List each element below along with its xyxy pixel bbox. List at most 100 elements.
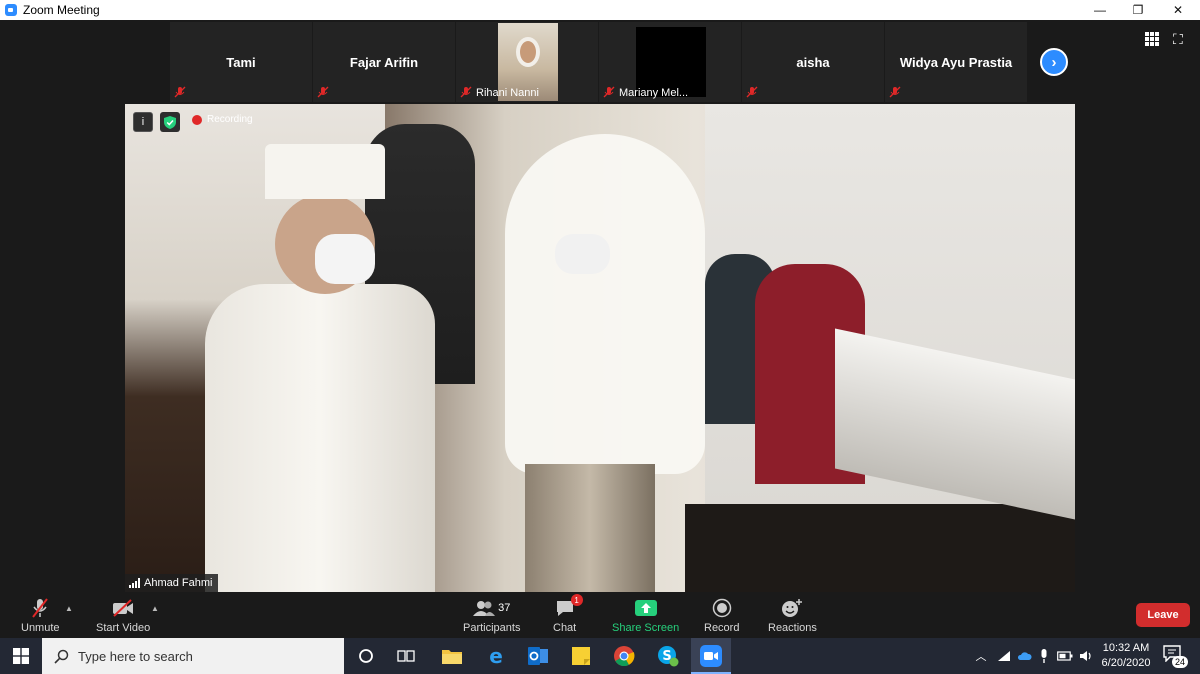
clock-time: 10:32 AM [1102,642,1150,654]
chrome-button[interactable] [604,638,644,674]
clock-date: 6/20/2020 [1101,657,1151,669]
folder-icon [442,650,462,664]
participant-name: aisha [796,55,830,70]
speaker-name-label: Ahmad Fahmi [125,574,219,592]
sticky-note-icon [572,647,590,665]
scene-bride [485,134,745,592]
unmute-label: Unmute [21,622,60,634]
leave-button[interactable]: Leave [1136,603,1190,627]
microphone-tray-button[interactable] [1036,638,1052,674]
speaker-name: Ahmad Fahmi [144,577,213,589]
participant-strip: Tami Fajar Arifin Rihani Nanni Mariany M… [170,22,1028,102]
video-off-icon [113,599,134,617]
next-page-button[interactable]: › [1040,48,1068,76]
volume-button[interactable] [1076,638,1096,674]
battery-button[interactable] [1055,638,1075,674]
edge-icon: e [489,645,503,667]
participant-tile[interactable]: Widya Ayu Prastia [885,22,1027,102]
start-button[interactable] [0,638,42,674]
info-icon: i [141,116,145,128]
taskbar-search[interactable] [42,638,344,674]
window-titlebar: Zoom Meeting — ❐ ✕ [0,0,1200,20]
participant-tile[interactable]: Mariany Mel... [599,22,741,102]
muted-mic-icon [174,86,186,98]
windows-taskbar: e S ︿ 10:32 AM 6/20/2020 24 [0,638,1200,674]
minimize-button[interactable]: — [1080,0,1120,20]
participants-icon [473,601,496,616]
video-options-caret-icon[interactable]: ▲ [151,604,159,613]
chat-unread-badge: 1 [570,594,583,606]
muted-mic-icon [460,86,472,98]
record-dot-icon [192,114,202,125]
scene-groom [205,144,435,592]
shield-icon [164,115,176,129]
record-button[interactable]: Record [704,596,739,634]
chevron-up-icon: ︿ [975,651,987,663]
reactions-label: Reactions [768,622,817,634]
speaker-volume-icon [1080,651,1091,661]
action-center-button[interactable]: 24 [1162,644,1188,668]
cortana-button[interactable] [346,638,386,674]
chat-button[interactable]: 1 Chat [553,594,583,634]
sticky-notes-button[interactable] [561,638,601,674]
encryption-shield-button[interactable] [160,112,180,132]
gallery-view-icon[interactable] [1145,32,1159,46]
task-view-icon [397,650,415,662]
recording-indicator: Recording [192,114,253,125]
record-label: Record [704,622,740,634]
smiley-plus-icon [782,599,803,617]
record-icon [712,598,731,618]
skype-button[interactable]: S [648,638,688,674]
battery-icon [1057,651,1073,661]
svg-text:e: e [489,645,503,667]
participant-tile[interactable]: aisha [742,22,884,102]
participants-label: Participants [463,622,521,634]
zoom-icon [700,645,722,667]
taskbar-clock[interactable]: 10:32 AM 6/20/2020 [1097,641,1155,671]
participants-count: 37 [498,602,511,614]
zoom-taskbar-button[interactable] [691,638,731,674]
fullscreen-icon[interactable]: ⛶ [1173,31,1183,48]
onedrive-button[interactable] [1014,638,1034,674]
search-input[interactable] [78,648,328,664]
cortana-circle-icon [359,649,373,663]
active-speaker-video: i Recording Ahmad Fahmi [125,104,1075,592]
participant-face [516,37,540,67]
unmute-button[interactable]: Unmute [21,596,60,634]
close-button[interactable]: ✕ [1158,0,1198,20]
muted-mic-icon [603,86,615,98]
microphone-icon [1041,649,1047,663]
audio-options-caret-icon[interactable]: ▲ [65,604,73,613]
meeting-toolbar: Unmute ▲ Start Video ▲ 37 Participants 1… [0,594,1200,638]
reactions-button[interactable]: Reactions [768,596,817,634]
file-explorer-button[interactable] [432,638,472,674]
participant-tile[interactable]: Rihani Nanni [456,22,598,102]
participant-name: Rihani Nanni [476,87,539,99]
windows-logo-icon [13,648,29,664]
restore-button[interactable]: ❐ [1118,0,1158,20]
cloud-icon [1017,652,1032,660]
task-view-button[interactable] [386,638,426,674]
muted-mic-icon [32,598,49,618]
participant-tile[interactable]: Tami [170,22,312,102]
participants-button[interactable]: 37 Participants [463,596,520,634]
notification-count-badge: 24 [1171,656,1188,668]
edge-browser-button[interactable]: e [476,638,516,674]
show-hidden-icons-button[interactable]: ︿ [972,638,990,674]
chat-label: Chat [553,622,577,634]
muted-mic-icon [889,86,901,98]
participant-name: Tami [226,55,256,70]
participant-name: Fajar Arifin [349,55,419,70]
wifi-icon [998,651,1010,661]
chevron-right-icon: › [1051,53,1057,71]
network-button[interactable] [994,638,1014,674]
window-title: Zoom Meeting [23,3,100,17]
outlook-button[interactable] [518,638,558,674]
muted-mic-icon [746,86,758,98]
share-screen-button[interactable]: Share Screen [612,596,679,634]
start-video-button[interactable]: Start Video [96,596,150,634]
meeting-info-button[interactable]: i [133,112,153,132]
share-screen-icon [634,600,657,616]
zoom-app-icon [5,4,17,16]
participant-tile[interactable]: Fajar Arifin [313,22,455,102]
